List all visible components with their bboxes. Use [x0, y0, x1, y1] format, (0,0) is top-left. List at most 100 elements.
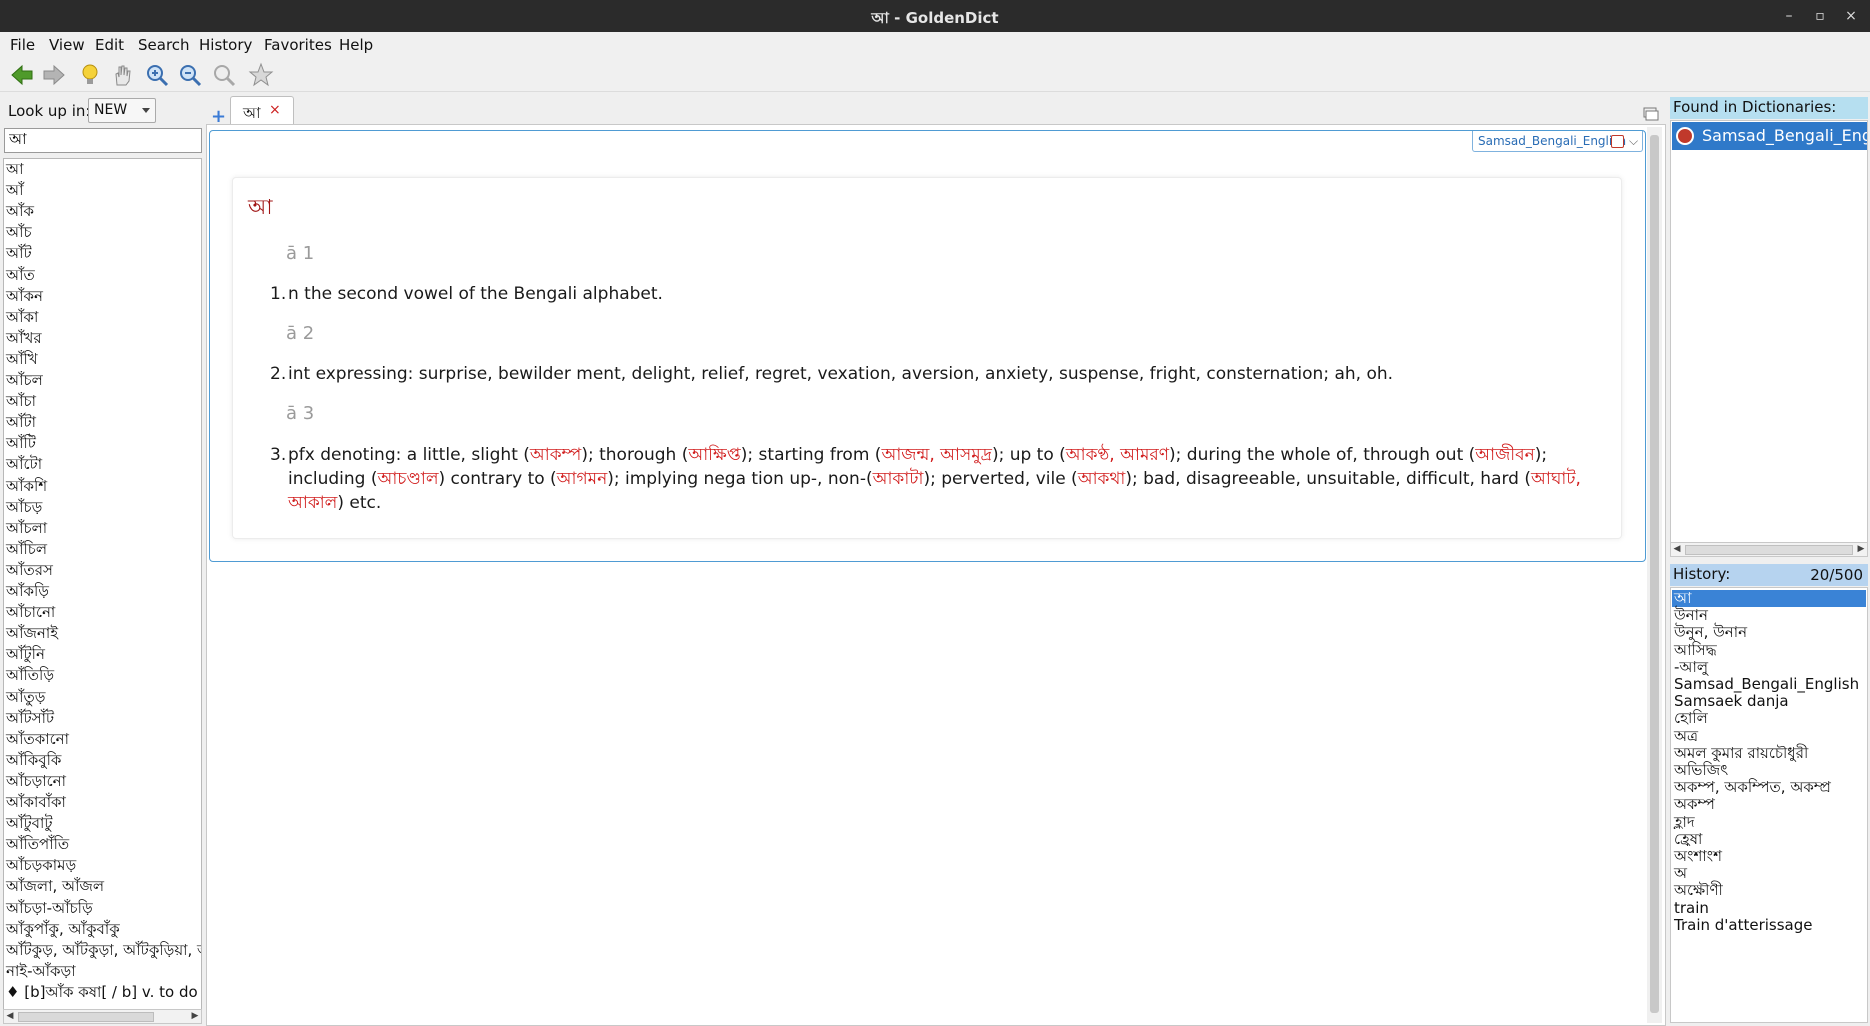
word-list-item[interactable]: আঁ	[6, 180, 24, 200]
zoom-reset-icon[interactable]	[210, 61, 238, 89]
cross-reference-link[interactable]: আক্ষিপ্ত	[688, 445, 740, 465]
back-arrow-icon[interactable]	[8, 61, 36, 89]
word-list-item[interactable]: আঁকশি	[6, 476, 47, 496]
menu-history[interactable]: History	[197, 34, 254, 56]
menu-favorites[interactable]: Favorites	[262, 34, 334, 56]
scroll-right-icon[interactable]: ▶	[189, 1010, 201, 1023]
word-list-item[interactable]: আ	[6, 159, 24, 179]
word-list-item[interactable]: আঁতিপাঁতি	[6, 834, 69, 854]
word-list-item[interactable]: আঁচড়ানো	[6, 771, 66, 791]
word-list-item[interactable]: আঁতকানো	[6, 729, 69, 749]
word-list-item[interactable]: ♦ [b]আঁক কষা[ / b] v. to do a s	[6, 982, 201, 1002]
word-list-item[interactable]: আঁটুনি	[6, 644, 45, 664]
zoom-out-icon[interactable]	[176, 61, 204, 89]
word-list-item[interactable]: আঁচা	[6, 391, 36, 411]
cross-reference-link[interactable]: আকম্প	[530, 445, 581, 465]
history-item[interactable]: অকম্প, অকম্পিত, অকম্প্র	[1674, 779, 1831, 796]
found-dictionaries-list[interactable]: Samsad_Bengali_English	[1670, 120, 1868, 557]
word-list-item[interactable]: আঁচড়কামড়	[6, 855, 76, 875]
menu-edit[interactable]: Edit	[93, 34, 126, 56]
word-list-item[interactable]: আঁজনাই	[6, 623, 58, 643]
word-list-item[interactable]: আঁতরস	[6, 560, 53, 580]
history-item[interactable]: অংশাংশ	[1674, 848, 1722, 865]
zoom-in-icon[interactable]	[143, 61, 171, 89]
word-list-item[interactable]: আঁকা	[6, 307, 38, 327]
word-list-item[interactable]: আঁচলা	[6, 518, 47, 538]
word-list-item[interactable]: আঁচড়	[6, 497, 42, 517]
word-list-hscrollbar[interactable]: ◀ ▶	[3, 1009, 202, 1024]
menu-view[interactable]: View	[47, 34, 87, 56]
maximize-button[interactable]: ▫	[1809, 5, 1831, 27]
cross-reference-link[interactable]: আগমন	[557, 469, 608, 489]
scroll-thumb[interactable]	[18, 1012, 154, 1022]
word-list-item[interactable]: আঁট	[6, 243, 32, 263]
word-list-item[interactable]: আঁতুড়	[6, 687, 45, 707]
cross-reference-link[interactable]: আকাটা	[873, 469, 924, 489]
lightbulb-icon[interactable]	[76, 61, 104, 89]
menu-file[interactable]: File	[8, 34, 37, 56]
search-input[interactable]	[4, 128, 202, 153]
scroll-left-icon[interactable]: ◀	[1671, 543, 1683, 556]
history-item[interactable]: অত্র	[1674, 727, 1698, 745]
group-select[interactable]: NEW	[88, 98, 156, 123]
chevron-down-icon[interactable]: ⌵	[1629, 134, 1638, 149]
history-item[interactable]: আ	[1672, 590, 1866, 607]
history-item[interactable]: অকম্প	[1674, 796, 1715, 813]
tab-article[interactable]: আ ×	[230, 96, 294, 124]
menu-help[interactable]: Help	[337, 34, 375, 56]
word-list-item[interactable]: আঁকুপাঁকু, আঁকুবাঁকু	[6, 919, 120, 939]
history-item[interactable]: হোলি	[1674, 710, 1708, 727]
word-list-item[interactable]: আঁটকুড়, আঁটকুড়া, আঁটকুড়িয়া, আঁ	[6, 940, 201, 960]
word-list-item[interactable]: আঁটুবাটু	[6, 813, 53, 833]
word-list[interactable]: আ আঁ আঁক আঁচ আঁট আঁত আঁকন আঁকা আঁখর আঁখি আঁচল আঁচা আ…	[3, 158, 202, 1010]
tab-list-icon[interactable]	[1642, 105, 1660, 123]
cross-reference-link[interactable]: আজীবন	[1475, 445, 1535, 465]
history-item[interactable]: অমল কুমার রায়চৌধুরী	[1674, 744, 1808, 762]
word-list-item[interactable]: আঁকড়ি	[6, 581, 49, 601]
minimize-button[interactable]: –	[1778, 5, 1800, 27]
word-list-item[interactable]: আঁখি	[6, 349, 38, 369]
word-list-item[interactable]: আঁটি	[6, 433, 36, 453]
close-button[interactable]: ×	[1840, 5, 1862, 27]
history-item[interactable]: হ্লাদ	[1674, 813, 1695, 831]
history-item[interactable]: অভিজিৎ	[1674, 762, 1728, 779]
history-list[interactable]: আ উনান উনুন, উনান আসিদ্ধ -আলু Samsad_Bengali_…	[1670, 587, 1868, 1023]
word-list-item[interactable]: আঁজলা, আঁজল	[6, 876, 104, 896]
word-list-item[interactable]: আঁত	[6, 265, 35, 285]
found-list-hscrollbar[interactable]: ◀ ▶	[1670, 542, 1868, 557]
history-item[interactable]: -আলু	[1674, 658, 1708, 676]
dictionary-badge[interactable]: Samsad_Bengali_English ⌵	[1472, 131, 1643, 152]
cross-reference-link[interactable]: আকণ্ঠ, আমরণ	[1066, 445, 1169, 465]
history-item[interactable]: হ্রেষা	[1674, 830, 1702, 848]
word-list-item[interactable]: আঁটো	[6, 454, 42, 474]
scroll-right-icon[interactable]: ▶	[1855, 543, 1867, 556]
history-item[interactable]: Samsaek danja	[1674, 693, 1789, 710]
word-list-item[interactable]: আঁচিল	[6, 539, 47, 559]
history-item[interactable]: Train d'atterissage	[1674, 916, 1813, 934]
menu-search[interactable]: Search	[136, 34, 192, 56]
history-item[interactable]: উনুন, উনান	[1674, 624, 1747, 641]
cross-reference-link[interactable]: আজন্ম, আসমুদ্র	[881, 445, 992, 465]
hand-icon[interactable]	[108, 61, 136, 89]
word-list-item[interactable]: আঁতিড়ি	[6, 665, 54, 685]
word-list-item[interactable]: আঁক	[6, 201, 34, 221]
word-list-item[interactable]: আঁখর	[6, 328, 42, 348]
word-list-item[interactable]: আঁচল	[6, 370, 43, 390]
word-list-item[interactable]: আঁচানো	[6, 602, 55, 622]
found-dictionary-item[interactable]: Samsad_Bengali_English	[1672, 122, 1867, 150]
history-item[interactable]: উনান	[1674, 607, 1708, 624]
history-item[interactable]: Samsad_Bengali_English	[1674, 676, 1859, 693]
star-icon[interactable]	[247, 61, 275, 89]
word-list-item[interactable]: আঁকন	[6, 286, 43, 306]
forward-arrow-icon[interactable]	[40, 61, 68, 89]
word-list-item[interactable]: আঁচ	[6, 222, 32, 242]
scroll-thumb[interactable]	[1685, 545, 1853, 555]
word-list-item[interactable]: আঁকিবুকি	[6, 750, 61, 770]
history-item[interactable]: অ	[1674, 865, 1687, 882]
cross-reference-link[interactable]: আকথা	[1078, 469, 1126, 489]
cross-reference-link[interactable]: আচণ্ডাল	[377, 469, 438, 489]
article-vscrollbar[interactable]	[1647, 127, 1662, 1023]
history-item[interactable]: অক্ষৌণী	[1674, 882, 1723, 899]
word-list-item[interactable]: আঁচড়া-আঁচড়ি	[6, 898, 93, 918]
word-list-item[interactable]: আঁটসাঁট	[6, 708, 54, 728]
